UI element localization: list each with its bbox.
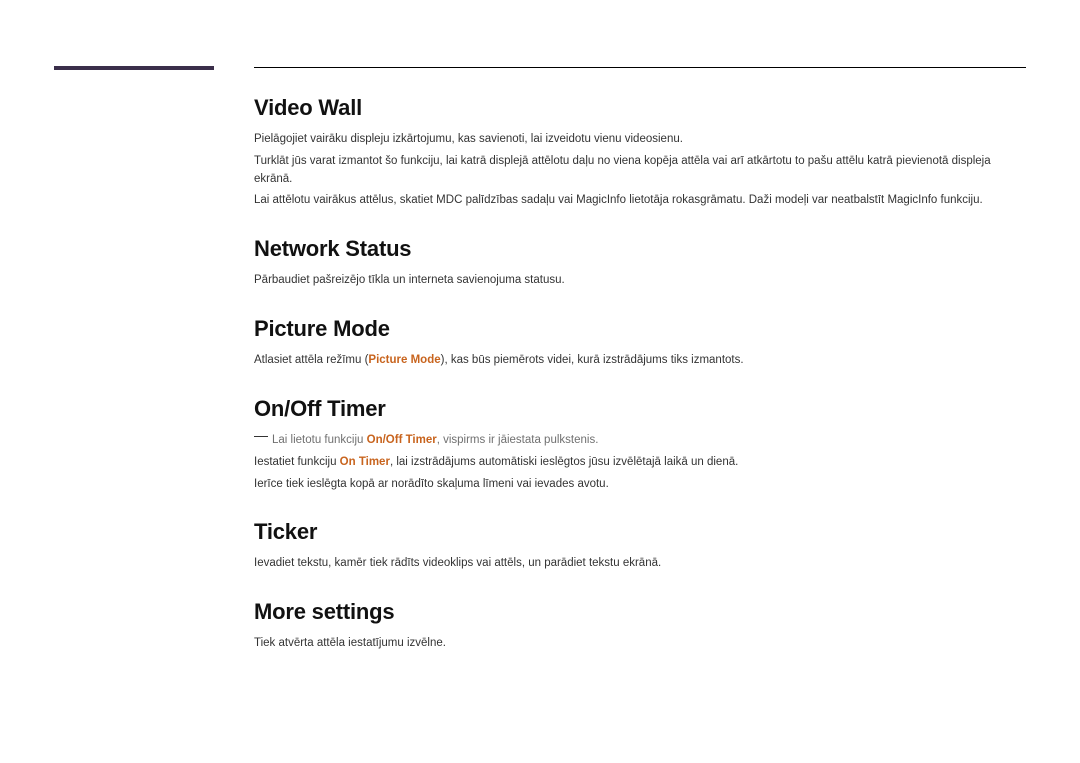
body-text: Pārbaudiet pašreizējo tīkla un interneta…	[254, 272, 1026, 290]
body-text: Tiek atvērta attēla iestatījumu izvēlne.	[254, 635, 1026, 653]
document-content: Video Wall Pielāgojiet vairāku displeju i…	[254, 95, 1026, 657]
body-text: Pielāgojiet vairāku displeju izkārtojumu…	[254, 131, 1026, 149]
section-heading: On/Off Timer	[254, 396, 1026, 422]
note-text: Lai lietotu funkciju On/Off Timer, vispi…	[272, 434, 598, 446]
body-text: Lai lietotu funkciju On/Off Timer, vispi…	[254, 432, 1026, 450]
section-heading: Picture Mode	[254, 316, 1026, 342]
highlight-term: On Timer	[340, 456, 390, 468]
accent-bar	[54, 66, 214, 70]
section-heading: Network Status	[254, 236, 1026, 262]
body-text: Ievadiet tekstu, kamēr tiek rādīts video…	[254, 555, 1026, 573]
body-text: Iestatiet funkciju On Timer, lai izstrād…	[254, 454, 1026, 472]
body-text: Turklāt jūs varat izmantot šo funkciju, …	[254, 153, 1026, 189]
section-heading: More settings	[254, 599, 1026, 625]
highlight-term: On/Off Timer	[367, 434, 437, 446]
section-heading: Video Wall	[254, 95, 1026, 121]
body-text: Lai attēlotu vairākus attēlus, skatiet M…	[254, 192, 1026, 210]
divider-line	[254, 67, 1026, 68]
section-heading: Ticker	[254, 519, 1026, 545]
body-text: Atlasiet attēla režīmu (Picture Mode), k…	[254, 352, 1026, 370]
body-text: Ierīce tiek ieslēgta kopā ar norādīto sk…	[254, 476, 1026, 494]
note-dash-icon	[254, 436, 268, 437]
highlight-term: Picture Mode	[368, 354, 440, 366]
